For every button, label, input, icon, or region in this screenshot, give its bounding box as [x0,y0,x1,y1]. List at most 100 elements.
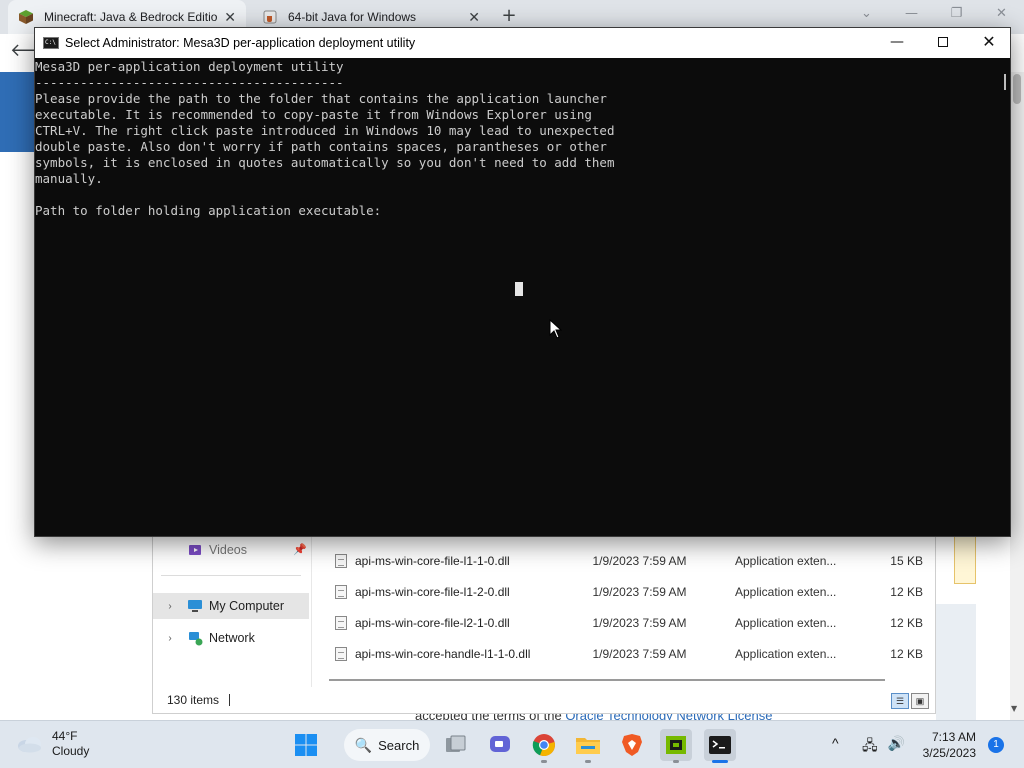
running-indicator [673,760,679,763]
console-app-icon: C:\ [43,37,59,49]
console-line: Mesa3D per-application deployment utilit… [35,59,344,74]
horizontal-scrollbar[interactable] [329,679,885,681]
file-date: 1/9/2023 7:59 AM [592,554,687,568]
running-indicator [541,760,547,763]
clock-time: 7:13 AM [931,730,976,744]
start-button[interactable] [290,729,322,761]
file-name: api-ms-win-core-handle-l1-1-0.dll [355,647,531,661]
active-indicator [712,760,728,763]
console-line: Please provide the path to the folder th… [35,91,607,106]
file-date: 1/9/2023 7:59 AM [592,616,687,630]
details-view-icon[interactable]: ☰ [891,693,909,709]
page-scrollbar[interactable] [1010,72,1024,720]
chat-icon [490,736,510,752]
close-button[interactable]: ✕ [966,28,1012,58]
scroll-down-arrow-icon[interactable]: ▼ [1011,704,1017,713]
nav-label: My Computer [209,599,285,613]
nav-label: Network [209,631,255,645]
file-date: 1/9/2023 7:59 AM [592,585,687,599]
console-line: symbols, it is enclosed in quotes automa… [35,155,615,170]
chevron-right-icon[interactable]: › [161,633,179,644]
close-icon[interactable]: ✕ [979,0,1024,30]
file-name: api-ms-win-core-file-l1-1-0.dll [355,554,510,568]
dll-file-icon [335,554,347,568]
file-size: 12 KB [890,616,923,630]
weather-widget[interactable]: 44°F Cloudy [16,729,89,759]
file-name: api-ms-win-core-file-l1-2-0.dll [355,585,510,599]
volume-icon[interactable]: 🔊 [888,735,905,759]
file-size: 15 KB [890,554,923,568]
table-row[interactable]: api-ms-win-core-file-l1-2-0.dll 1/9/2023… [323,578,923,606]
browser-window-controls: ⌄ — ❐ ✕ [844,0,1024,30]
brave-lion-icon [622,734,642,756]
computer-icon [188,600,202,612]
file-date: 1/9/2023 7:59 AM [592,647,687,661]
close-icon[interactable]: ✕ [224,9,236,26]
chevron-right-icon[interactable]: › [161,601,179,612]
java-cup-icon [263,10,277,24]
minecraft-grass-block-icon [19,10,33,24]
nvidia-icon [666,736,686,754]
notification-badge[interactable]: 1 [988,737,1004,753]
terminal-button[interactable] [704,729,736,761]
dll-file-icon [335,585,347,599]
nvidia-button[interactable] [660,729,692,761]
large-icons-view-icon[interactable]: ▣ [911,693,929,709]
console-scroll-thumb[interactable] [1004,74,1006,90]
console-output[interactable]: Mesa3D per-application deployment utilit… [35,58,1001,536]
file-type: Application exten... [734,585,837,599]
file-size: 12 KB [890,647,923,661]
nav-item-videos[interactable]: Videos [153,537,309,563]
file-explorer-button[interactable] [572,729,604,761]
minimize-icon[interactable]: — [889,0,934,30]
file-type: Application exten... [734,616,837,630]
console-line: ----------------------------------------… [35,75,344,90]
table-row[interactable]: api-ms-win-core-file-l2-1-0.dll 1/9/2023… [323,609,923,637]
file-type: Application exten... [734,647,837,661]
teams-chat-button[interactable] [484,729,516,761]
brave-button[interactable] [616,729,648,761]
system-tray[interactable]: 🖧 🔊 [862,735,905,759]
pin-icon[interactable]: 📌 [293,543,307,556]
nav-item-my-computer[interactable]: › My Computer [153,593,309,619]
tab-label: Minecraft: Java & Bedrock Edition [44,10,219,24]
terminal-icon [709,736,731,754]
clock[interactable]: 7:13 AM 3/25/2023 [918,729,976,761]
chrome-button[interactable] [528,729,560,761]
tab-search-chevron-icon[interactable]: ⌄ [844,0,889,30]
table-row[interactable]: api-ms-win-core-handle-l1-1-0.dll 1/9/20… [323,640,923,668]
new-tab-button[interactable]: + [498,5,520,27]
table-row[interactable]: api-ms-win-core-file-l1-1-0.dll 1/9/2023… [323,547,923,575]
console-title-bar[interactable]: C:\ Select Administrator: Mesa3D per-app… [35,28,1010,58]
network-icon [189,632,203,646]
taskbar: 44°F Cloudy 🔍 Search ^ 🖧 🔊 7:13 AM 3/25/… [0,720,1024,768]
network-status-icon[interactable]: 🖧 [862,735,878,759]
minimize-button[interactable]: — [874,28,920,58]
maximize-button[interactable] [920,28,966,58]
windows-logo-icon [295,734,317,756]
view-toggle: ☰ ▣ [891,693,929,709]
mouse-pointer-icon [549,319,563,339]
restore-icon[interactable]: ❐ [934,0,979,30]
tray-overflow-chevron-icon[interactable]: ^ [832,735,839,751]
search-label: Search [378,737,420,753]
console-title: Select Administrator: Mesa3D per-applica… [65,36,416,50]
nav-item-network[interactable]: › Network [153,625,309,651]
cloud-icon [18,737,41,753]
item-count: 130 items [167,693,220,707]
clock-date: 3/25/2023 [922,746,976,760]
task-view-button[interactable] [440,729,472,761]
taskbar-search-button[interactable]: 🔍 Search [344,729,430,761]
pane-splitter[interactable] [311,537,312,687]
console-scrollbar[interactable] [999,58,1009,536]
nav-divider [161,575,301,576]
task-view-icon [446,735,466,752]
nav-label: Videos [209,543,247,557]
dll-file-icon [335,647,347,661]
console-prompt: Path to folder holding application execu… [35,203,382,218]
page-scroll-thumb[interactable] [1013,74,1021,104]
tab-label: 64-bit Java for Windows [288,10,417,24]
console-line: CTRL+V. The right click paste introduced… [35,123,615,138]
close-icon[interactable]: ✕ [468,9,480,26]
